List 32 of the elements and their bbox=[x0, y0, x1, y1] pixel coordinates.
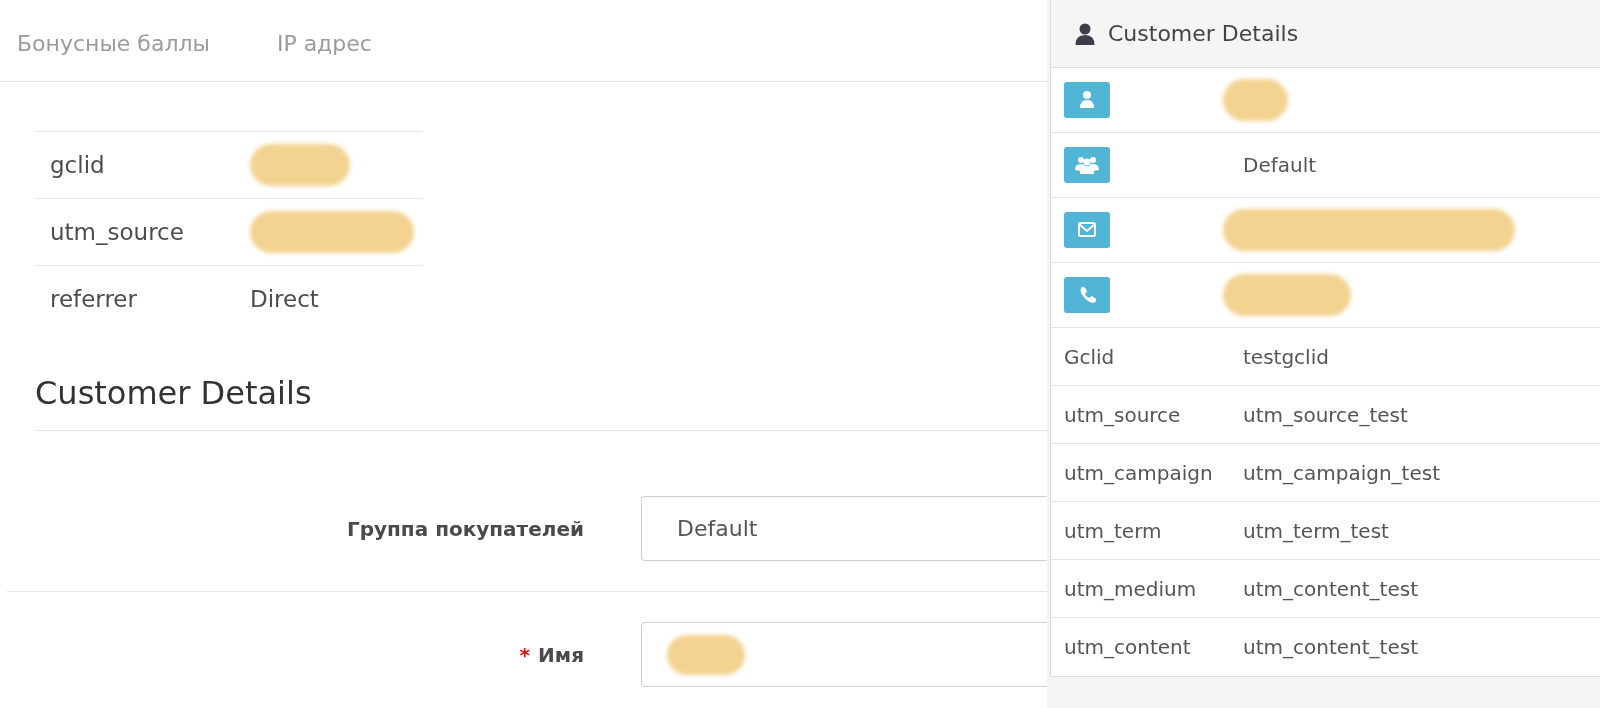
field-value: Default bbox=[677, 516, 758, 541]
phone-icon bbox=[1064, 277, 1110, 313]
envelope-icon bbox=[1064, 212, 1110, 248]
detail-label: utm_source bbox=[1064, 402, 1182, 427]
detail-value: testgclid bbox=[1243, 344, 1330, 369]
detail-label: utm_campaign bbox=[1064, 460, 1214, 485]
detail-label: Gclid bbox=[1064, 344, 1116, 369]
panel-title: Customer Details bbox=[1108, 21, 1299, 46]
input-field[interactable]: Default bbox=[641, 496, 1047, 561]
table-cell-text: utm_source bbox=[49, 219, 185, 245]
table-cell-text: gclid bbox=[49, 152, 106, 178]
detail-value: utm_content_test bbox=[1243, 576, 1419, 601]
tab[interactable]: Бонусные баллы bbox=[0, 25, 227, 62]
table-cell-text: Direct bbox=[250, 286, 320, 312]
group-icon bbox=[1064, 147, 1110, 183]
detail-value: utm_term_test bbox=[1243, 518, 1390, 543]
input-field[interactable] bbox=[641, 622, 1047, 687]
field-label: Имя bbox=[538, 642, 584, 667]
detail-value: utm_campaign_test bbox=[1243, 460, 1442, 485]
table-cell-text: referrer bbox=[49, 286, 138, 312]
person-icon bbox=[1075, 22, 1095, 45]
person-icon bbox=[1064, 82, 1110, 118]
tab[interactable]: IP адрес bbox=[259, 25, 389, 62]
field-label: Группа покупателей bbox=[346, 516, 584, 541]
detail-value: Default bbox=[1243, 153, 1318, 177]
detail-value: utm_source_test bbox=[1243, 402, 1409, 427]
detail-label: utm_medium bbox=[1064, 576, 1198, 601]
required-asterisk: * bbox=[519, 642, 531, 667]
detail-label: utm_content bbox=[1064, 635, 1192, 659]
detail-value: utm_content_test bbox=[1243, 635, 1419, 659]
detail-label: utm_term bbox=[1064, 518, 1163, 543]
section-heading: Customer Details bbox=[35, 373, 1047, 431]
